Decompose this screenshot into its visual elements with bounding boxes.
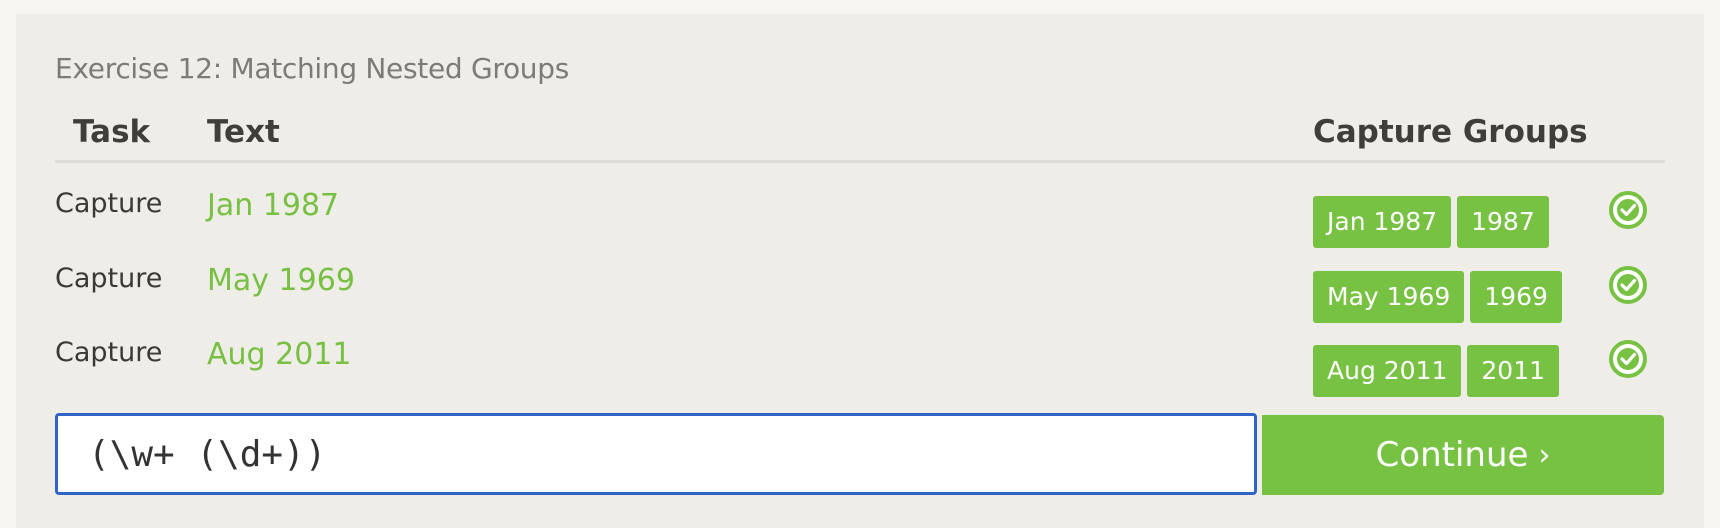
table-row: Capture May 1969 May 1969 1969: [16, 263, 1704, 333]
capture-group-chip: 2011: [1467, 345, 1560, 397]
task-column-header: Task: [73, 114, 151, 150]
table-row: Capture Jan 1987 Jan 1987 1987: [16, 188, 1704, 258]
capture-group-chip: May 1969: [1313, 271, 1465, 323]
continue-button[interactable]: Continue ›: [1262, 415, 1664, 495]
capture-group-chip: 1987: [1457, 196, 1549, 248]
exercise-title: Exercise 12: Matching Nested Groups: [55, 52, 569, 85]
check-icon: [1609, 266, 1647, 304]
check-icon: [1609, 191, 1647, 229]
row-text: Jan 1987: [207, 188, 340, 223]
capture-groups: Jan 1987 1987: [1313, 196, 1549, 248]
text-column-header: Text: [207, 114, 280, 150]
capture-group-chip: Jan 1987: [1313, 196, 1452, 248]
continue-label: Continue: [1375, 435, 1529, 475]
row-task: Capture: [55, 188, 163, 219]
row-text: May 1969: [207, 263, 355, 298]
table-row: Capture Aug 2011 Aug 2011 2011: [16, 337, 1704, 407]
row-task: Capture: [55, 337, 163, 368]
capture-groups: Aug 2011 2011: [1313, 345, 1560, 397]
regex-input[interactable]: [55, 413, 1257, 495]
capture-groups-column-header: Capture Groups: [1313, 114, 1588, 150]
header-divider: [55, 160, 1665, 163]
check-icon: [1609, 340, 1647, 378]
chevron-right-icon: ›: [1538, 437, 1551, 473]
exercise-panel: Exercise 12: Matching Nested Groups Task…: [16, 14, 1704, 528]
row-task: Capture: [55, 263, 163, 294]
capture-group-chip: 1969: [1470, 271, 1562, 323]
capture-group-chip: Aug 2011: [1313, 345, 1462, 397]
capture-groups: May 1969 1969: [1313, 271, 1562, 323]
row-text: Aug 2011: [207, 337, 352, 372]
